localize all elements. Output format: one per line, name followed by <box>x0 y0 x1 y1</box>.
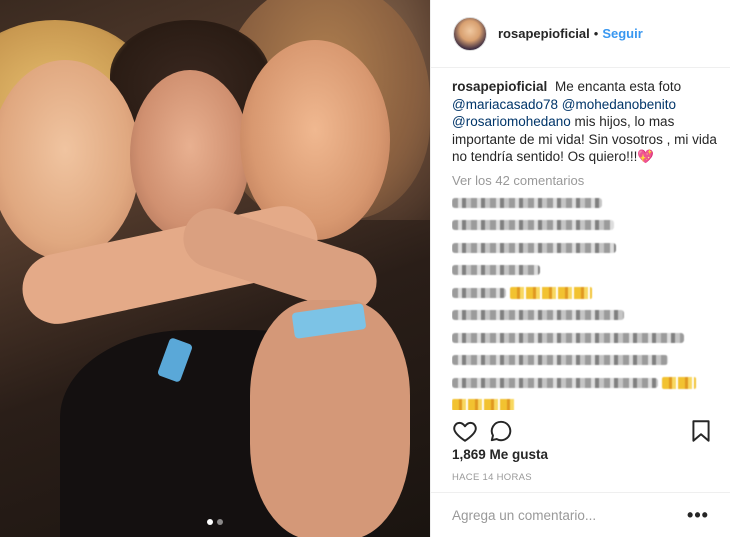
blurred-comment <box>452 194 722 212</box>
caption-mention[interactable]: @mariacasado78 <box>452 97 558 112</box>
post-actions <box>452 418 714 444</box>
blurred-comment <box>452 261 722 279</box>
blurred-text <box>452 220 614 230</box>
post-timestamp[interactable]: HACE 14 HORAS <box>452 472 532 483</box>
heart-outline-icon[interactable] <box>452 418 478 444</box>
post-caption: rosapepioficial Me encanta esta foto @ma… <box>452 78 722 166</box>
blurred-comment <box>452 351 722 369</box>
add-comment-bar: Agrega un comentario... ••• <box>431 492 730 537</box>
blurred-text <box>452 377 658 388</box>
photo-person-left-face <box>0 60 140 260</box>
bookmark-icon[interactable] <box>688 418 714 444</box>
carousel-dot <box>217 519 223 525</box>
blurred-comment <box>452 284 722 302</box>
comment-bubble-icon[interactable] <box>488 418 514 444</box>
header-text: rosapepioficial • Seguir <box>498 26 643 41</box>
carousel-dot-active <box>207 519 213 525</box>
avatar[interactable] <box>453 16 487 51</box>
comments-section[interactable]: rosapepioficial Me encanta esta foto @ma… <box>452 78 722 410</box>
blurred-comment <box>452 396 722 410</box>
post-photo[interactable] <box>0 0 430 537</box>
blurred-emoji <box>510 286 592 299</box>
header-username[interactable]: rosapepioficial <box>498 26 590 41</box>
caption-username[interactable]: rosapepioficial <box>452 79 547 94</box>
post-header: rosapepioficial • Seguir <box>431 0 730 68</box>
blurred-text <box>452 287 506 298</box>
caption-mention[interactable]: @rosariomohedano <box>452 114 571 129</box>
blurred-comment <box>452 306 722 324</box>
carousel-indicator <box>0 519 430 525</box>
blurred-comment <box>452 239 722 257</box>
blurred-text <box>452 355 668 365</box>
follow-button[interactable]: Seguir <box>602 26 642 41</box>
blurred-text <box>452 265 540 275</box>
blurred-text <box>452 197 602 208</box>
blurred-emoji <box>662 376 696 389</box>
blurred-emoji <box>452 399 516 410</box>
blurred-text <box>452 310 624 320</box>
view-all-comments-link[interactable]: Ver los 42 comentarios <box>452 172 722 190</box>
blurred-comment <box>452 329 722 347</box>
photo-arm <box>250 300 410 537</box>
more-options-icon[interactable]: ••• <box>683 505 713 526</box>
blurred-comment <box>452 216 722 234</box>
heart-emoji: 💖 <box>637 149 655 164</box>
blurred-comment <box>452 374 722 392</box>
post-side-panel: rosapepioficial • Seguir rosapepioficial… <box>430 0 730 537</box>
blurred-text <box>452 332 684 343</box>
likes-count[interactable]: 1,869 Me gusta <box>452 447 548 462</box>
header-separator: • <box>593 26 599 41</box>
caption-mention[interactable]: @mohedanobenito <box>562 97 676 112</box>
caption-text: Me encanta esta foto <box>555 79 682 94</box>
comment-input[interactable]: Agrega un comentario... <box>452 508 683 523</box>
blurred-text <box>452 242 616 253</box>
